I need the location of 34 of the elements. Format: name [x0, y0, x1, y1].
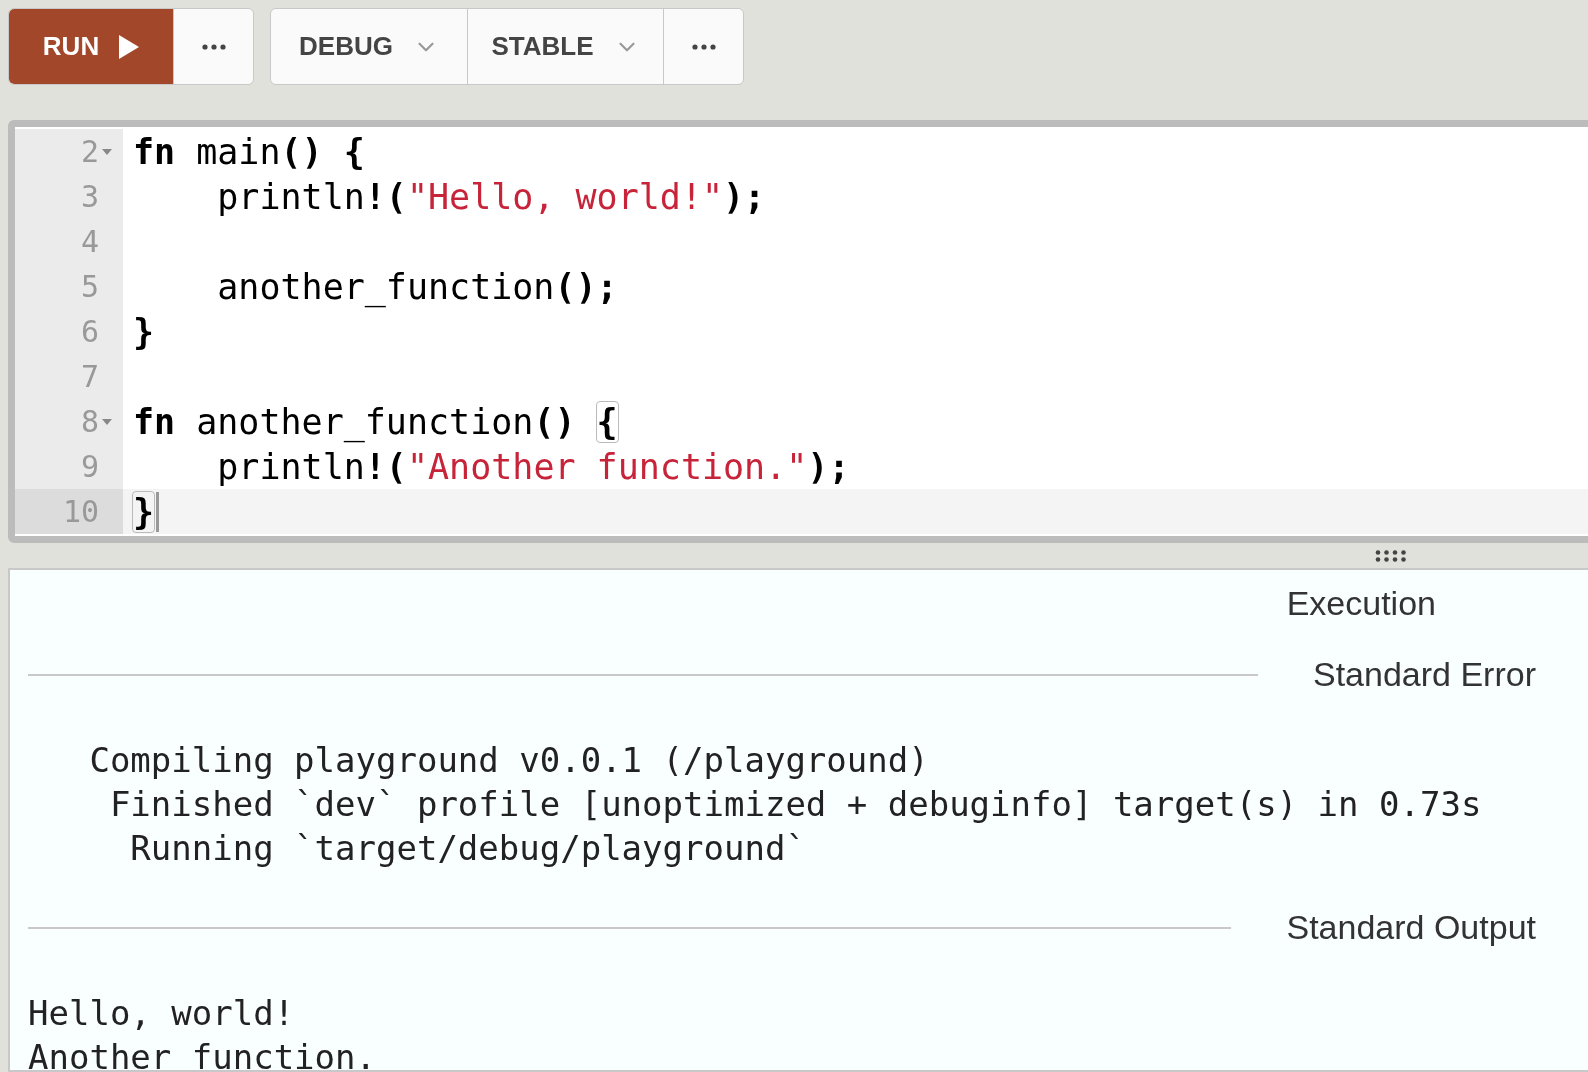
line-number: 6 — [80, 313, 99, 351]
line-number: 8 — [80, 403, 99, 441]
more-button[interactable] — [663, 9, 743, 84]
code-line: println!("Another function."); — [216, 446, 850, 487]
code-line: } — [133, 491, 155, 532]
fold-caret-icon[interactable] — [102, 418, 112, 425]
dropdown-button[interactable]: DEBUG — [271, 9, 467, 84]
fold-caret-icon[interactable] — [102, 148, 112, 155]
run-button[interactable]: RUN — [9, 9, 173, 84]
code-line: } — [133, 311, 155, 352]
more-icon — [201, 43, 226, 50]
code-line: println!("Hello, world!"); — [216, 176, 766, 217]
code-line: another_function(); — [216, 266, 618, 307]
more-icon — [691, 43, 716, 50]
code-editor[interactable]: 2 fn main() { 3 println!("Hello, world!"); 4 5 another_function(); 6 } 7 8 fn another_function() { 9 println!("Another function."); 10 } — [8, 120, 1588, 543]
output-text: Hello, world! Another function. — [28, 992, 377, 1070]
line-number: 9 — [80, 448, 99, 486]
code-line: fn main() { — [133, 131, 365, 172]
more-button[interactable] — [173, 9, 253, 84]
section-heading: Execution — [1286, 583, 1436, 624]
line-number: 4 — [80, 223, 99, 261]
section-heading: Standard Error — [1313, 654, 1536, 695]
line-number: 7 — [80, 358, 99, 396]
line-number: 3 — [80, 178, 99, 216]
play-icon — [119, 34, 140, 59]
code-line: fn another_function() { — [133, 401, 618, 442]
line-number: 5 — [80, 268, 99, 306]
line-number: 2 — [80, 133, 99, 171]
text-cursor — [156, 491, 160, 532]
section-heading: Standard Output — [1286, 907, 1536, 948]
line-number: 10 — [62, 493, 99, 531]
dropdown-button[interactable]: STABLE — [467, 9, 663, 84]
resize-handle-icon[interactable] — [1374, 548, 1408, 563]
output-text: Compiling playground v0.0.1 (/playground) Finished `dev` profile [unoptimized + debuginfo] target(s) in 0.73s Running `target/debug/playground` — [88, 739, 1483, 870]
